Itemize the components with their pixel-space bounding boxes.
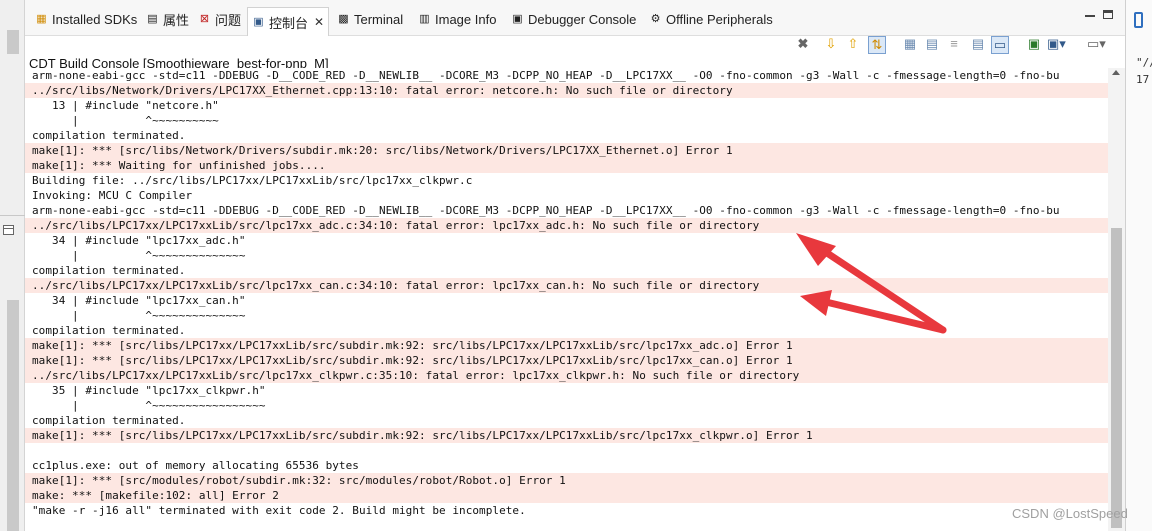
watermark: CSDN @LostSpeed [1012,506,1128,521]
annotation-arrow-can [800,290,947,334]
annotation-arrows [796,233,947,334]
